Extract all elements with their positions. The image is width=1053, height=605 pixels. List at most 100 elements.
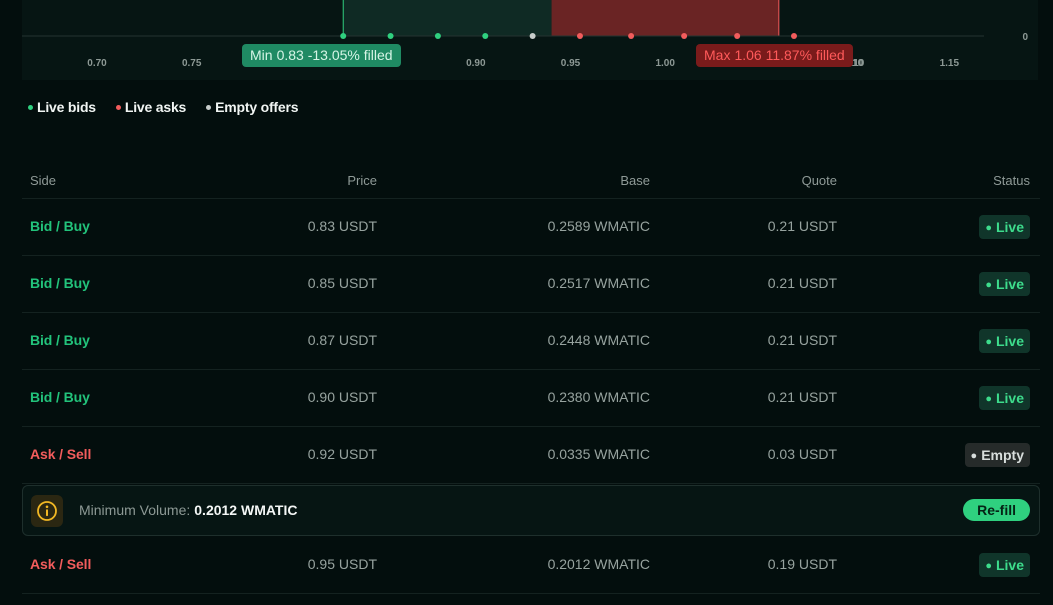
status-badge: ● Live [979,386,1030,410]
alert-value: 0.2012 WMATIC [194,502,298,518]
ask-dot-icon [115,104,121,110]
ask-offer-point [628,33,635,39]
header-price: Price [347,173,377,188]
bid-offer-point [387,33,394,39]
max-badge-fill: 11.87% filled [765,47,845,63]
y-axis-zero-label: 0 [1022,32,1028,43]
bid-offer-point [434,33,441,39]
ask-offer-point [681,33,688,39]
row-side: Bid / Buy [30,275,90,291]
row-side: Ask / Sell [30,446,92,462]
row-quote: 0.03 USDT [767,446,837,462]
header-side: Side [30,173,57,188]
legend-live-bids: Live bids [28,97,96,117]
row-price: 0.87 USDT [307,332,377,348]
bid-offer-point [340,33,347,39]
row-price: 0.92 USDT [307,446,377,462]
empty-dot-icon [206,104,212,110]
x-tick-label: 1.15 [940,58,960,69]
row-base: 0.2012 WMATIC [547,556,650,572]
header-status: Status [993,173,1030,188]
status-label: Live [995,390,1024,406]
row-quote: 0.21 USDT [767,389,837,405]
info-icon [31,495,63,527]
status-label: Empty [981,447,1024,463]
status-badge: ● Live [979,215,1030,239]
empty-offer-point [529,33,536,39]
refill-button[interactable]: Re-fill [963,499,1030,521]
alert-label: Minimum Volume: [79,502,191,518]
legend-live-bids-label: Live bids [37,99,96,115]
row-base: 0.2517 WMATIC [547,275,650,291]
max-badge-prefix: Max [704,47,731,63]
row-quote: 0.21 USDT [767,218,837,234]
header-quote: Quote [801,173,837,188]
alert-text: Minimum Volume: 0.2012 WMATIC [79,502,297,518]
ask-offer-point [790,33,797,39]
row-price: 0.85 USDT [307,275,377,291]
chart-svg: 00.70 0.75 0.90 0.95 1.00 1.10 1.1510 [22,0,1028,69]
header-base: Base [620,173,650,188]
status-label: Live [995,219,1024,235]
status-dot-icon: ● [985,279,992,291]
status-dot-icon: ● [970,450,978,462]
row-price: 0.90 USDT [307,389,377,405]
table-row: Bid / Buy 0.83 USDT 0.2589 WMATIC 0.21 U… [22,199,1040,256]
status-dot-icon: ● [985,393,992,405]
x-tick-label: 1.00 [655,58,675,69]
row-side: Bid / Buy [30,389,90,405]
ask-offer-point [734,33,741,39]
status-label: Live [995,557,1024,573]
table-header: Side Price Base Quote Status [22,168,1040,199]
table-row: Bid / Buy 0.87 USDT 0.2448 WMATIC 0.21 U… [22,313,1040,370]
x-tick-label-partial: 10 [852,58,864,69]
row-base: 0.2448 WMATIC [547,332,650,348]
status-badge: ● Empty [964,443,1030,467]
x-tick-label: 0.90 [466,58,486,69]
row-quote: 0.21 USDT [767,332,837,348]
max-price-badge: Max 1.06 11.87% filled [696,44,853,67]
row-side: Bid / Buy [30,332,90,348]
status-badge: ● Live [979,553,1030,577]
status-dot-icon: ● [985,560,992,572]
status-label: Live [995,276,1024,292]
row-quote: 0.19 USDT [767,556,837,572]
status-dot-icon: ● [985,222,992,234]
orders-table: Side Price Base Quote Status Bid / Buy 0… [22,168,1040,594]
bid-range-area [343,0,552,36]
max-badge-value: 1.06 [734,47,762,63]
table-row: Ask / Sell 0.92 USDT 0.0335 WMATIC 0.03 … [22,427,1040,484]
table-row: Ask / Sell 0.95 USDT 0.2012 WMATIC 0.19 … [22,537,1040,594]
row-base: 0.2589 WMATIC [547,218,650,234]
min-badge-value: 0.83 [276,47,304,63]
ask-offer-point [576,33,583,39]
status-badge: ● Live [979,329,1030,353]
bid-offer-point [482,33,489,39]
status-badge: ● Live [979,272,1030,296]
status-label: Live [995,333,1024,349]
row-base: 0.2380 WMATIC [547,389,650,405]
legend-live-asks-label: Live asks [124,99,187,115]
min-badge-fill: -13.05% filled [307,47,393,63]
chart-legend: Live bids Live asks Empty offers [28,97,299,117]
row-price: 0.95 USDT [307,556,377,572]
legend-empty-offers-label: Empty offers [215,99,299,115]
table-row: Bid / Buy 0.90 USDT 0.2380 WMATIC 0.21 U… [22,370,1040,427]
legend-empty-offers: Empty offers [206,97,299,117]
row-base: 0.0335 WMATIC [547,446,650,462]
row-side: Bid / Buy [30,218,90,234]
row-quote: 0.21 USDT [767,275,837,291]
row-side: Ask / Sell [30,556,92,572]
legend-live-asks: Live asks [115,97,187,117]
table-row: Bid / Buy 0.85 USDT 0.2517 WMATIC 0.21 U… [22,256,1040,313]
price-range-chart: 0 0.70 0.75 0.90 0.95 1.00 1.10 1.15 10 Min 0.83 … [22,0,1038,80]
minimum-volume-alert: Minimum Volume: 0.2012 WMATIC Re-fill [22,485,1040,536]
min-price-badge: Min 0.83 -13.05% filled [242,44,401,67]
row-price: 0.83 USDT [307,218,377,234]
x-tick-label: 0.75 [182,58,202,69]
min-badge-prefix: Min [250,47,273,63]
status-dot-icon: ● [985,336,992,348]
bid-dot-icon [28,104,33,110]
x-tick-label: 0.70 [87,58,107,69]
ask-range-area [551,0,779,36]
